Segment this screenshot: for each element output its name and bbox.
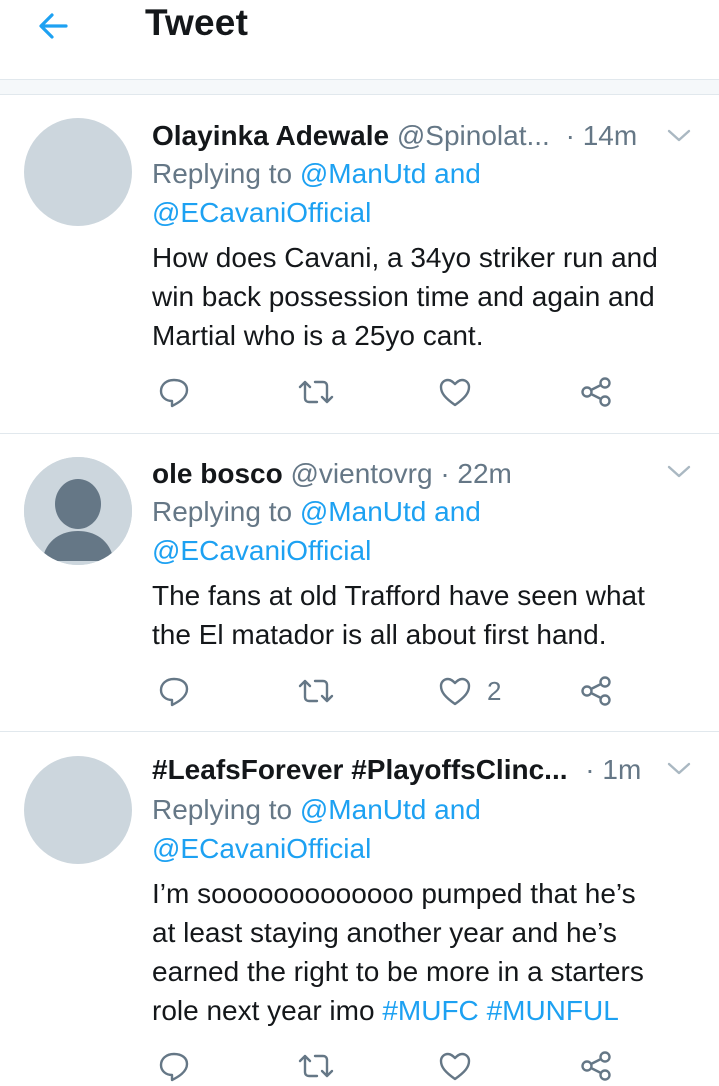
avatar[interactable] (24, 457, 132, 565)
share-button[interactable] (578, 1046, 614, 1086)
tweet-menu-button[interactable] (664, 460, 694, 484)
tweet-text-line: the El matador is all about first hand. (152, 619, 607, 650)
share-icon (581, 1051, 611, 1081)
chevron-down-icon (667, 129, 691, 142)
reply-context: Replying to @ManUtd and (152, 154, 481, 193)
reply-and[interactable]: and (434, 794, 481, 825)
tweet-actions (0, 1046, 719, 1086)
reply-context: Replying to @ManUtd and (152, 790, 481, 829)
back-button[interactable] (30, 6, 82, 46)
chevron-down-icon (667, 465, 691, 478)
like-count: 2 (487, 675, 502, 706)
retweet-icon (298, 380, 334, 404)
section-divider (0, 80, 719, 95)
retweet-icon (298, 1054, 334, 1078)
reply-button[interactable] (156, 1046, 192, 1086)
like-button[interactable] (437, 372, 487, 412)
heart-icon (439, 1052, 471, 1081)
avatar[interactable] (24, 118, 132, 226)
tweet-header: #LeafsForever #PlayoffsClinc... · 1m (152, 750, 641, 789)
reply-context: Replying to @ManUtd and (152, 492, 481, 531)
tweet-item[interactable]: Olayinka Adewale @Spinolat... · 14m Repl… (0, 96, 719, 434)
timestamp[interactable]: · 14m (566, 120, 638, 151)
heart-icon (439, 677, 471, 706)
reply-icon (159, 1052, 189, 1082)
reply-and[interactable]: and (434, 158, 481, 189)
reply-button[interactable] (156, 671, 192, 711)
tweet-text-line: earned the right to be more in a starter… (152, 956, 644, 987)
timestamp[interactable]: · 22m (440, 458, 512, 489)
retweet-button[interactable] (296, 671, 336, 711)
display-name[interactable]: #LeafsForever #PlayoffsClinc... (152, 754, 568, 785)
tweet-item[interactable]: #LeafsForever #PlayoffsClinc... · 1m Rep… (0, 732, 719, 1082)
retweet-button[interactable] (296, 372, 336, 412)
share-icon (581, 377, 611, 407)
reply-icon (159, 677, 189, 707)
tweet-text-line: I’m sooooooooooooo pumped that he’s (152, 878, 636, 909)
tweet-menu-button[interactable] (664, 124, 694, 148)
user-handle[interactable]: @Spinolat... (397, 120, 550, 151)
hashtag-link[interactable]: #MUNFUL (487, 995, 619, 1026)
tweet-text-line: How does Cavani, a 34yo striker run and (152, 242, 658, 273)
tweet-text-line: win back possession time and again and (152, 281, 655, 312)
share-icon (581, 676, 611, 706)
user-handle[interactable]: @vientovrg (290, 458, 432, 489)
chevron-down-icon (667, 762, 691, 775)
reply-icon (159, 378, 189, 408)
hashtag-link[interactable]: #MUFC (382, 995, 478, 1026)
tweet-text-line: role next year imo #MUFC #MUNFUL (152, 991, 619, 1030)
tweet-text-line: The fans at old Trafford have seen what (152, 580, 645, 611)
tweet-actions (0, 372, 719, 412)
replying-to-label: Replying to (152, 496, 293, 527)
mention-link[interactable]: @ManUtd (300, 794, 426, 825)
retweet-button[interactable] (296, 1046, 336, 1086)
avatar[interactable] (24, 756, 132, 864)
default-avatar-icon (24, 457, 132, 565)
share-button[interactable] (578, 671, 614, 711)
tweet-header: Olayinka Adewale @Spinolat... · 14m (152, 116, 637, 155)
tweet-text-line: at least staying another year and he’s (152, 917, 617, 948)
tweet-actions: 2 (0, 671, 719, 711)
tweet-header: ole bosco @vientovrg · 22m (152, 454, 512, 493)
heart-icon (439, 378, 471, 407)
replying-to-label: Replying to (152, 158, 293, 189)
mention-link[interactable]: @ECavaniOfficial (152, 833, 371, 864)
reply-and[interactable]: and (434, 496, 481, 527)
mention-link[interactable]: @ManUtd (300, 496, 426, 527)
display-name[interactable]: ole bosco (152, 458, 283, 489)
like-button[interactable]: 2 (437, 671, 501, 711)
mention-link[interactable]: @ManUtd (300, 158, 426, 189)
tweet-item[interactable]: ole bosco @vientovrg · 22m Replying to @… (0, 434, 719, 732)
mention-link[interactable]: @ECavaniOfficial (152, 197, 371, 228)
tweet-text-line: Martial who is a 25yo cant. (152, 320, 484, 351)
mention-link[interactable]: @ECavaniOfficial (152, 535, 371, 566)
top-bar: Tweet (0, 0, 719, 80)
tweet-menu-button[interactable] (664, 757, 694, 781)
page-title: Tweet (145, 2, 249, 43)
share-button[interactable] (578, 372, 614, 412)
timestamp[interactable]: · 1m (585, 754, 641, 785)
reply-button[interactable] (156, 372, 192, 412)
like-button[interactable] (437, 1046, 487, 1086)
replying-to-label: Replying to (152, 794, 293, 825)
retweet-icon (298, 679, 334, 703)
tweet-text-fragment: role next year imo (152, 995, 375, 1026)
display-name[interactable]: Olayinka Adewale (152, 120, 389, 151)
arrow-left-icon (39, 13, 68, 39)
